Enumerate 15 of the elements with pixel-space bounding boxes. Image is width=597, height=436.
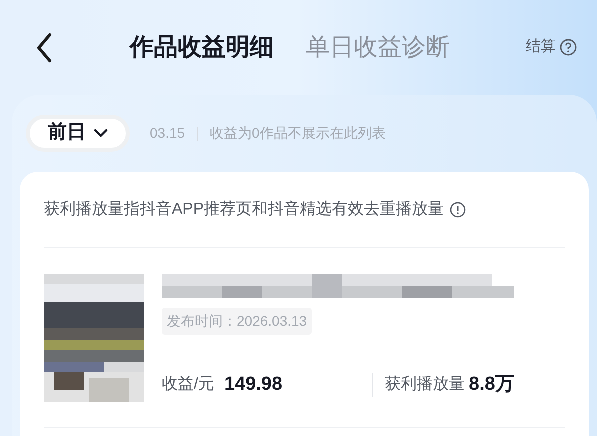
help-icon — [560, 39, 577, 56]
income-value: 149.98 — [224, 373, 283, 397]
info-icon — [450, 202, 466, 218]
settlement-button[interactable]: 结算 — [526, 36, 577, 59]
date-text: 03.15 — [150, 124, 186, 143]
plays-value: 8.8万 — [469, 373, 514, 397]
chevron-down-icon — [94, 129, 108, 138]
publish-date-tag: 发布时间：2026.03.13 — [162, 308, 312, 335]
tab[interactable]: 作品收益明细 — [130, 30, 274, 66]
date-dropdown[interactable]: 前日 — [26, 115, 130, 152]
plays-label: 获利播放量 — [385, 374, 465, 396]
back-icon — [36, 32, 52, 62]
income-label: 收益/元 — [162, 375, 214, 396]
info-text: 获利播放量指抖音APP推荐页和抖音精选有效去重播放量 — [44, 200, 444, 220]
hint-text: 收益为0作品不展示在此列表 — [210, 124, 386, 143]
